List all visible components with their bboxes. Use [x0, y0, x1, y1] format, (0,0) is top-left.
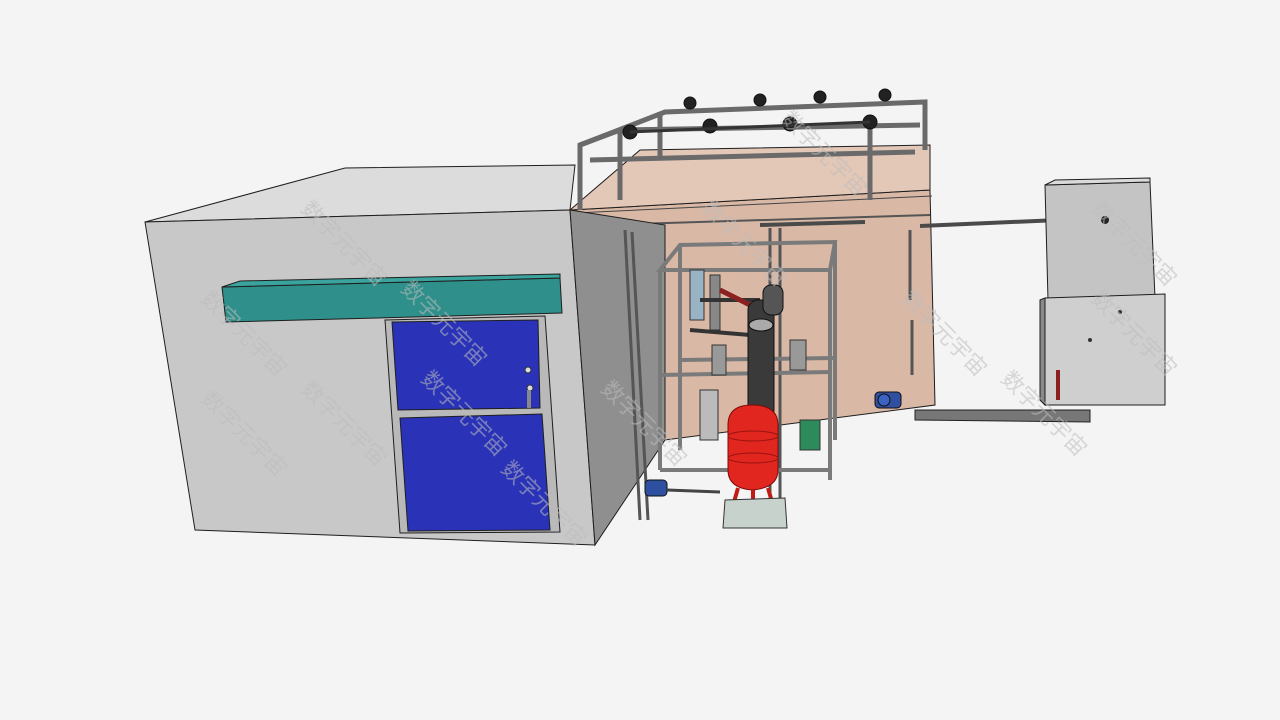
pump-1: [874, 391, 902, 409]
cad-viewport: 数字元宇宙 数字元宇宙 数字元宇宙 数字元宇宙 数字元宇宙 数字元宇宙 数字元宇…: [0, 0, 1280, 720]
door-handle: [524, 366, 532, 374]
air-shower-header: [221, 273, 563, 323]
tank-base: [722, 497, 788, 529]
pressure-tank: [722, 404, 788, 529]
water-treatment-cleanroom-model: 数字元宇宙 数字元宇宙 数字元宇宙 数字元宇宙 数字元宇宙 数字元宇宙 数字元宇…: [144, 88, 1181, 552]
pump-2: [644, 479, 721, 497]
